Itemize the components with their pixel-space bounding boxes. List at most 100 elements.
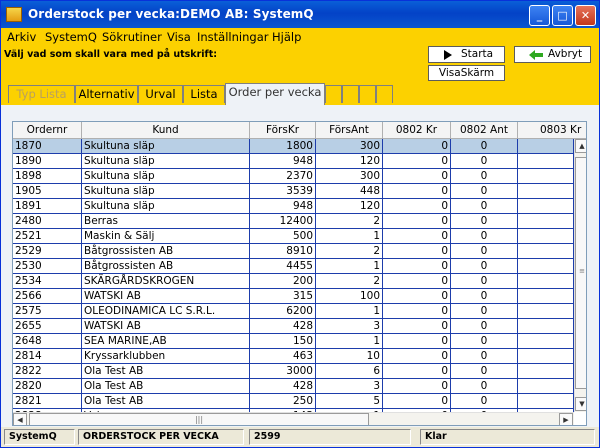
cancel-button[interactable]: Avbryt: [514, 46, 591, 63]
table-cell[interactable]: 948: [250, 154, 316, 169]
table-row[interactable]: 1890 Skultuna släp 948 120 0 0: [13, 154, 586, 169]
table-cell[interactable]: 0: [451, 229, 518, 244]
table-row[interactable]: 2655 WATSKI AB 428 3 0 0: [13, 319, 586, 334]
tab-empty-3[interactable]: [359, 85, 376, 103]
table-cell[interactable]: 2529: [13, 244, 82, 259]
table-cell[interactable]: Skultuna släp: [82, 154, 250, 169]
table-cell[interactable]: 1: [316, 334, 383, 349]
table-cell[interactable]: Skultuna släp: [82, 184, 250, 199]
table-cell[interactable]: 0: [451, 379, 518, 394]
table-cell[interactable]: 120: [316, 154, 383, 169]
tab-urval[interactable]: Urval: [138, 85, 183, 103]
table-cell[interactable]: Skultuna släp: [82, 199, 250, 214]
table-cell[interactable]: 0: [451, 289, 518, 304]
table-cell[interactable]: 0: [383, 394, 451, 409]
column-header-ordernr[interactable]: Ordernr: [13, 122, 82, 139]
menu-hjalp[interactable]: Hjälp: [272, 30, 301, 44]
table-row[interactable]: 1870 Skultuna släp 1800 300 0 0: [13, 139, 586, 154]
table-cell[interactable]: 4455: [250, 259, 316, 274]
table-cell[interactable]: Båtgrossisten AB: [82, 259, 250, 274]
table-cell[interactable]: 428: [250, 379, 316, 394]
table-cell[interactable]: 0: [451, 274, 518, 289]
table-cell[interactable]: 3539: [250, 184, 316, 199]
table-cell[interactable]: [518, 244, 574, 259]
table-cell[interactable]: 200: [250, 274, 316, 289]
table-cell[interactable]: 2575: [13, 304, 82, 319]
scroll-up-arrow-icon[interactable]: ▲: [575, 139, 586, 153]
table-cell[interactable]: 0: [383, 229, 451, 244]
table-cell[interactable]: 6200: [250, 304, 316, 319]
table-cell[interactable]: 3: [316, 379, 383, 394]
table-cell[interactable]: 1: [316, 259, 383, 274]
table-cell[interactable]: 2814: [13, 349, 82, 364]
column-header-forsant[interactable]: FörsAnt: [316, 122, 383, 139]
table-cell[interactable]: 0: [451, 244, 518, 259]
column-header-0802-kr[interactable]: 0802 Kr: [383, 122, 451, 139]
start-button[interactable]: Starta: [428, 46, 505, 63]
table-row[interactable]: 2534 SKÄRGÅRDSKROGEN 200 2 0 0: [13, 274, 586, 289]
menu-arkiv[interactable]: Arkiv: [7, 30, 36, 44]
maximize-button[interactable]: □: [552, 5, 573, 26]
table-cell[interactable]: 0: [383, 244, 451, 259]
table-cell[interactable]: WATSKI AB: [82, 319, 250, 334]
tab-typ-lista[interactable]: Typ Lista: [8, 85, 75, 103]
table-row[interactable]: 2529 Båtgrossisten AB 8910 2 0 0: [13, 244, 586, 259]
table-cell[interactable]: 2480: [13, 214, 82, 229]
table-cell[interactable]: 12400: [250, 214, 316, 229]
table-cell[interactable]: 1800: [250, 139, 316, 154]
table-cell[interactable]: 0: [451, 214, 518, 229]
table-cell[interactable]: [518, 379, 574, 394]
table-cell[interactable]: 2822: [13, 364, 82, 379]
table-cell[interactable]: 10: [316, 349, 383, 364]
table-cell[interactable]: 2: [316, 244, 383, 259]
close-button[interactable]: ✕: [575, 5, 596, 26]
table-cell[interactable]: [518, 319, 574, 334]
table-cell[interactable]: [518, 289, 574, 304]
table-cell[interactable]: 0: [383, 214, 451, 229]
table-cell[interactable]: [518, 214, 574, 229]
table-cell[interactable]: 0: [383, 139, 451, 154]
table-cell[interactable]: 0: [383, 184, 451, 199]
table-cell[interactable]: [518, 364, 574, 379]
table-cell[interactable]: 948: [250, 199, 316, 214]
table-cell[interactable]: 120: [316, 199, 383, 214]
table-cell[interactable]: 8910: [250, 244, 316, 259]
table-cell[interactable]: 2655: [13, 319, 82, 334]
horizontal-scroll-thumb[interactable]: |||: [29, 413, 369, 425]
table-cell[interactable]: OLEODINAMICA LC S.R.L.: [82, 304, 250, 319]
show-screen-button[interactable]: VisaSkärm: [428, 65, 505, 81]
table-cell[interactable]: 2370: [250, 169, 316, 184]
table-cell[interactable]: [518, 394, 574, 409]
table-cell[interactable]: 0: [383, 334, 451, 349]
tab-empty-2[interactable]: [342, 85, 359, 103]
scroll-down-arrow-icon[interactable]: ▼: [575, 397, 586, 411]
table-row[interactable]: 1891 Skultuna släp 948 120 0 0: [13, 199, 586, 214]
table-cell[interactable]: 0: [383, 259, 451, 274]
table-cell[interactable]: [518, 139, 574, 154]
table-cell[interactable]: Skultuna släp: [82, 139, 250, 154]
table-cell[interactable]: 0: [451, 394, 518, 409]
table-cell[interactable]: Kryssarklubben: [82, 349, 250, 364]
table-cell[interactable]: 5: [316, 394, 383, 409]
table-cell[interactable]: [518, 199, 574, 214]
scroll-left-arrow-icon[interactable]: ◀: [13, 413, 27, 425]
vertical-scrollbar[interactable]: ▲ ≡ ▼: [574, 139, 586, 412]
table-cell[interactable]: Ola Test AB: [82, 394, 250, 409]
table-cell[interactable]: 2: [316, 274, 383, 289]
title-bar[interactable]: Orderstock per vecka:DEMO AB: SystemQ _ …: [1, 1, 599, 28]
table-cell[interactable]: 1: [316, 304, 383, 319]
tab-empty-4[interactable]: [376, 85, 393, 103]
table-cell[interactable]: Maskin & Sälj: [82, 229, 250, 244]
table-cell[interactable]: [518, 154, 574, 169]
column-header-0802-ant[interactable]: 0802 Ant: [451, 122, 518, 139]
tab-alternativ[interactable]: Alternativ: [75, 85, 138, 103]
column-header-kund[interactable]: Kund: [82, 122, 250, 139]
table-row[interactable]: 1905 Skultuna släp 3539 448 0 0: [13, 184, 586, 199]
table-cell[interactable]: Ola Test AB: [82, 379, 250, 394]
tab-order-per-vecka[interactable]: Order per vecka: [225, 83, 325, 105]
column-header-forskr[interactable]: FörsKr: [250, 122, 316, 139]
table-cell[interactable]: 1870: [13, 139, 82, 154]
column-header-0803-kr[interactable]: 0803 Kr: [518, 122, 586, 139]
table-cell[interactable]: 1891: [13, 199, 82, 214]
table-row[interactable]: 2480 Berras 12400 2 0 0: [13, 214, 586, 229]
